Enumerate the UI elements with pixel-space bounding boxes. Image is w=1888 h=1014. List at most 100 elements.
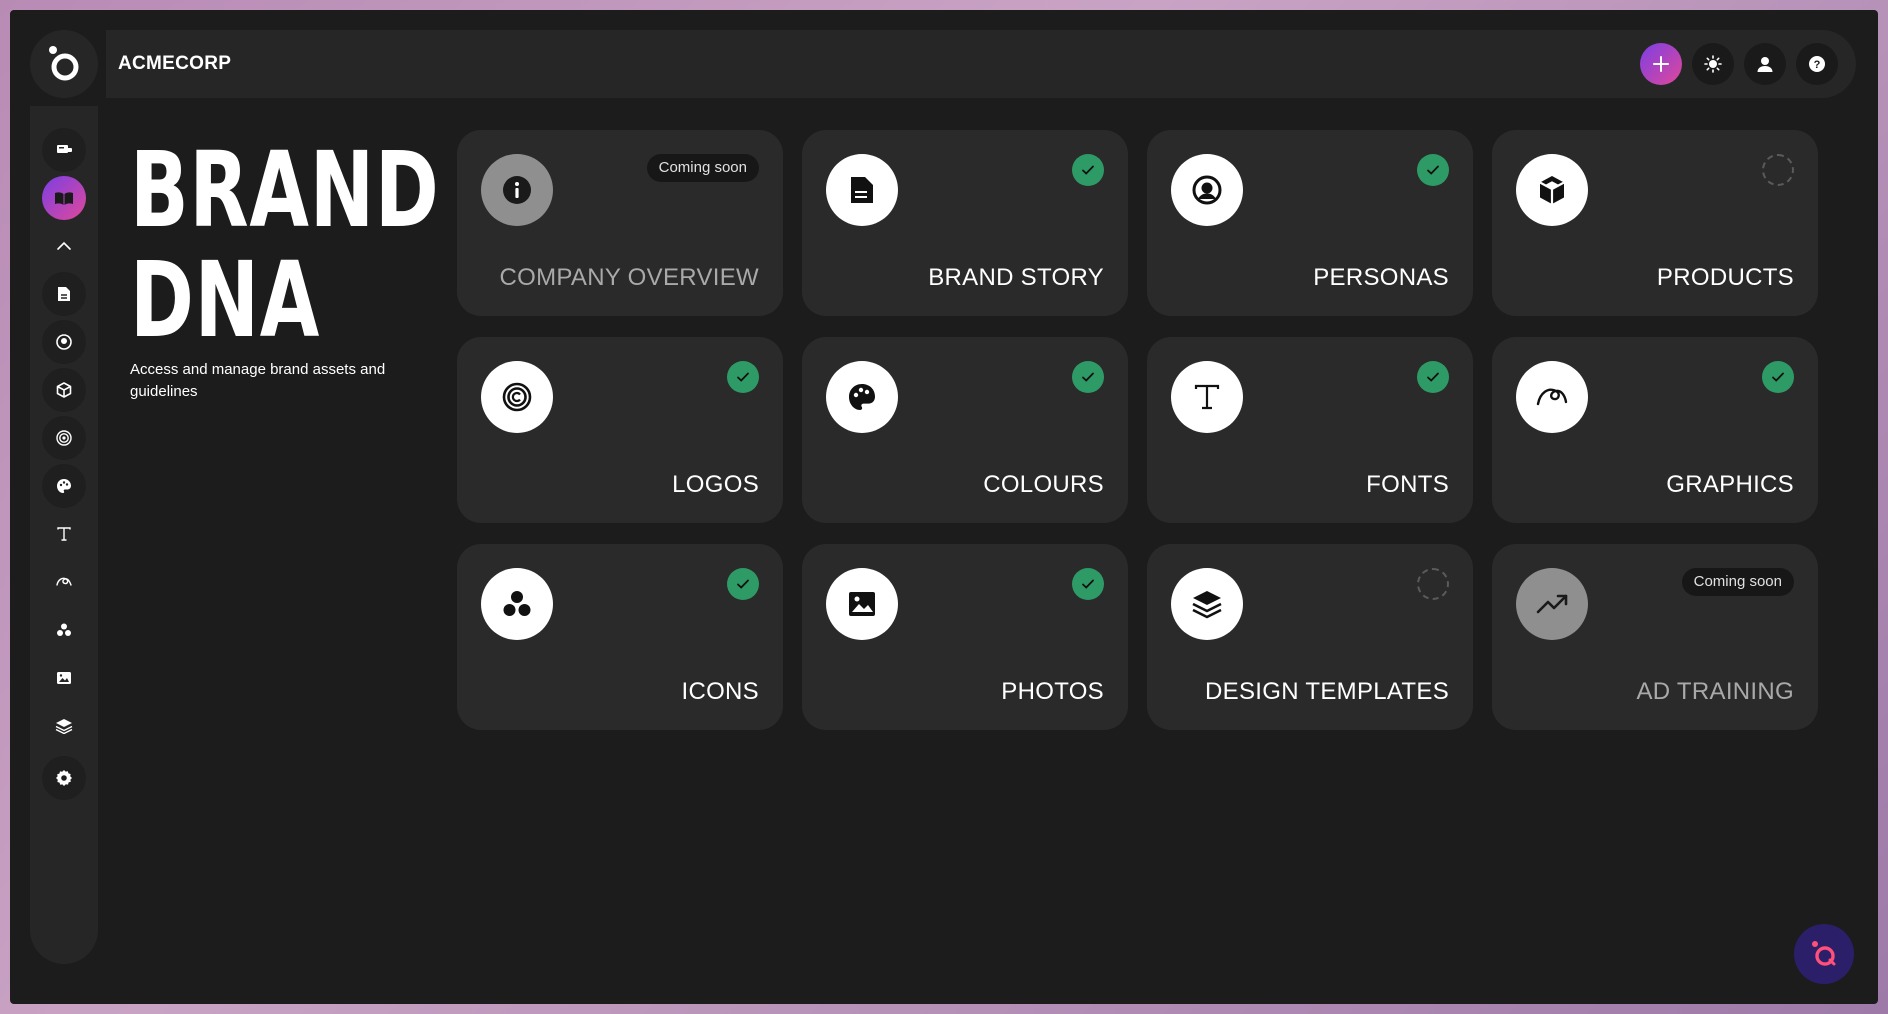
user-icon <box>1757 57 1773 72</box>
three-dots-icon <box>57 623 71 636</box>
layers-icon <box>55 719 73 734</box>
sidebar-item-personas[interactable] <box>42 320 86 364</box>
card-personas[interactable]: PERSONAS <box>1147 130 1473 316</box>
card-icon-wrap <box>481 154 553 226</box>
pending-status-icon <box>1762 154 1794 186</box>
sidebar-item-graphics[interactable] <box>42 560 86 604</box>
card-icon-wrap <box>481 361 553 433</box>
image-icon <box>57 672 71 684</box>
sidebar-item-brand-story[interactable] <box>42 272 86 316</box>
card-fonts[interactable]: FONTS <box>1147 337 1473 523</box>
assistant-logo-icon <box>1812 941 1836 966</box>
card-company-overview[interactable]: Coming soon COMPANY OVERVIEW <box>457 130 783 316</box>
page-subtitle: Access and manage brand assets and guide… <box>130 361 386 400</box>
user-circle-icon <box>1192 175 1222 205</box>
pending-status-icon <box>1417 568 1449 600</box>
page-header: BRAND DNA Access and manage brand assets… <box>130 129 440 403</box>
card-ad-training[interactable]: Coming soon AD TRAINING <box>1492 544 1818 730</box>
theme-toggle-button[interactable] <box>1692 43 1734 85</box>
complete-check-icon <box>1072 361 1104 393</box>
palette-icon <box>57 479 71 493</box>
card-icons[interactable]: ICONS <box>457 544 783 730</box>
app-logo-button[interactable] <box>30 30 98 98</box>
card-icon-wrap <box>1171 568 1243 640</box>
info-icon <box>503 176 531 204</box>
brand-sections-grid: Coming soon COMPANY OVERVIEW BRAND STORY… <box>457 130 1818 730</box>
settings-icon <box>56 770 72 786</box>
three-dots-icon <box>503 591 531 616</box>
card-label: PHOTOS <box>1001 678 1104 705</box>
card-label: DESIGN TEMPLATES <box>1205 678 1449 705</box>
scribble-icon <box>1536 388 1568 406</box>
sidebar-item-brand-card[interactable] <box>42 128 86 172</box>
hand-card-icon <box>57 145 72 153</box>
card-label: PRODUCTS <box>1656 264 1794 291</box>
card-design-templates[interactable]: DESIGN TEMPLATES <box>1147 544 1473 730</box>
page-title-line1: BRAND <box>130 129 440 251</box>
card-photos[interactable]: PHOTOS <box>802 544 1128 730</box>
sidebar-item-products[interactable] <box>42 368 86 412</box>
card-icon-wrap <box>826 154 898 226</box>
card-icon-wrap <box>1516 568 1588 640</box>
sun-icon <box>1704 55 1722 73</box>
trend-up-icon <box>1536 594 1568 614</box>
target-icon <box>56 430 72 446</box>
card-icon-wrap <box>826 361 898 433</box>
help-button[interactable]: ? <box>1796 43 1838 85</box>
scribble-icon <box>56 577 72 586</box>
top-actions: ? <box>1640 43 1838 85</box>
profile-button[interactable] <box>1744 43 1786 85</box>
card-icon-wrap <box>826 568 898 640</box>
copyright-target-icon <box>502 382 532 412</box>
card-icon-wrap <box>1171 361 1243 433</box>
svg-text:?: ? <box>1814 59 1821 71</box>
card-label: LOGOS <box>672 471 759 498</box>
card-icon-wrap <box>481 568 553 640</box>
assistant-button[interactable] <box>1794 924 1854 984</box>
sidebar-item-fonts[interactable] <box>42 512 86 556</box>
card-logos[interactable]: LOGOS <box>457 337 783 523</box>
card-brand-story[interactable]: BRAND STORY <box>802 130 1128 316</box>
complete-check-icon <box>1417 361 1449 393</box>
card-label: FONTS <box>1366 471 1449 498</box>
card-icon-wrap <box>1171 154 1243 226</box>
cube-icon <box>56 382 72 398</box>
cube-icon <box>1539 176 1565 204</box>
user-circle-icon <box>56 334 72 350</box>
card-label: COLOURS <box>983 471 1104 498</box>
card-graphics[interactable]: GRAPHICS <box>1492 337 1818 523</box>
card-icon-wrap <box>1516 361 1588 433</box>
sidebar-item-design-templates[interactable] <box>42 704 86 748</box>
coming-soon-badge: Coming soon <box>1681 568 1794 596</box>
help-icon: ? <box>1809 56 1825 72</box>
image-icon <box>849 592 875 616</box>
sidebar-item-photos[interactable] <box>42 656 86 700</box>
card-label: BRAND STORY <box>928 264 1104 291</box>
complete-check-icon <box>727 568 759 600</box>
sidebar-collapse-toggle[interactable] <box>42 224 86 268</box>
card-label: ICONS <box>681 678 759 705</box>
sidebar-item-colours[interactable] <box>42 464 86 508</box>
sidebar-item-icons[interactable] <box>42 608 86 652</box>
text-icon <box>57 527 71 541</box>
coming-soon-badge: Coming soon <box>646 154 759 182</box>
add-button[interactable] <box>1640 43 1682 85</box>
sidebar-item-logos[interactable] <box>42 416 86 460</box>
document-icon <box>851 177 873 203</box>
card-label: PERSONAS <box>1313 264 1449 291</box>
card-colours[interactable]: COLOURS <box>802 337 1128 523</box>
card-label: AD TRAINING <box>1636 678 1794 705</box>
card-icon-wrap <box>1516 154 1588 226</box>
open-book-icon <box>55 192 73 205</box>
card-products[interactable]: PRODUCTS <box>1492 130 1818 316</box>
page-title-line2: DNA <box>130 239 321 361</box>
complete-check-icon <box>1072 154 1104 186</box>
sidebar-item-settings[interactable] <box>42 756 86 800</box>
complete-check-icon <box>727 361 759 393</box>
sidebar-item-brand-dna[interactable] <box>42 176 86 220</box>
document-icon <box>58 287 70 301</box>
layers-icon <box>1192 591 1222 619</box>
complete-check-icon <box>1417 154 1449 186</box>
logo-icon <box>49 46 79 81</box>
sidebar <box>30 106 98 964</box>
